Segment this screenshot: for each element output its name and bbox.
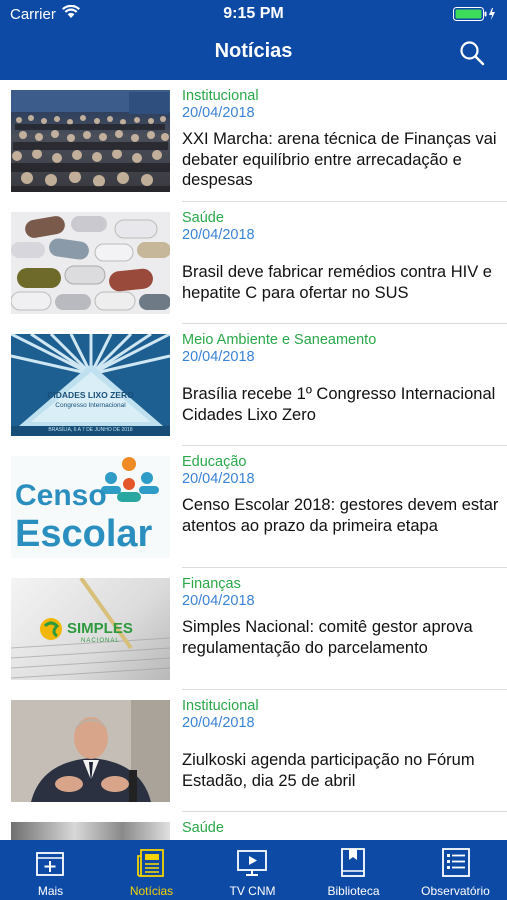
logo-word-escolar: Escolar [15, 513, 153, 555]
newspaper-icon [137, 849, 164, 877]
news-text: Saúde [182, 820, 500, 840]
pills-photo [11, 212, 170, 314]
news-title[interactable]: Simples Nacional: comitê gestor aprova r… [182, 617, 500, 658]
news-category: Meio Ambiente e Saneamento [182, 332, 377, 348]
status-bar: Carrier 9:15 PM [0, 0, 507, 28]
news-category: Saúde [182, 820, 224, 836]
news-text: Institucional 20/04/2018 Ziulkoski agend… [182, 698, 500, 791]
news-title[interactable]: Brasil deve fabricar remédios contra HIV… [182, 262, 500, 303]
poster-date: BRASÍLIA, 6 A 7 DE JUNHO DE 2018 [48, 427, 133, 433]
news-date: 20/04/2018 [182, 471, 255, 487]
list-icon [442, 848, 470, 877]
news-text: Finanças 20/04/2018 Simples Nacional: co… [182, 576, 500, 658]
tab-tv-cnm[interactable]: TV CNM [202, 840, 303, 900]
tab-label: Observatório [421, 884, 490, 898]
news-date: 20/04/2018 [182, 715, 255, 731]
building-photo [11, 822, 170, 840]
news-text: Meio Ambiente e Saneamento 20/04/2018 Br… [182, 332, 500, 425]
tab-label: Notícias [129, 884, 174, 898]
poster-title: CIDADES LIXO ZERO [47, 390, 134, 400]
news-item[interactable]: Saúde [0, 812, 507, 840]
news-list[interactable]: Institucional 20/04/2018 XXI Marcha: are… [0, 80, 507, 840]
news-text: Educação 20/04/2018 Censo Escolar 2018: … [182, 454, 500, 536]
news-date: 20/04/2018 [182, 105, 255, 121]
book-icon [341, 848, 365, 877]
news-item[interactable]: Institucional 20/04/2018 XXI Marcha: are… [0, 80, 507, 202]
simples-logo-word: SIMPLES [67, 620, 133, 637]
news-text: Institucional 20/04/2018 XXI Marcha: are… [182, 88, 500, 191]
tab-observatorio[interactable]: Observatório [404, 840, 507, 900]
crowd-photo [11, 90, 170, 192]
tab-biblioteca[interactable]: Biblioteca [303, 840, 404, 900]
news-title[interactable]: XXI Marcha: arena técnica de Finanças va… [182, 129, 500, 191]
tab-label: Biblioteca [327, 884, 380, 898]
news-category: Educação [182, 454, 247, 470]
news-date: 20/04/2018 [182, 227, 255, 243]
news-item[interactable]: Saúde 20/04/2018 Brasil deve fabricar re… [0, 202, 507, 324]
news-title[interactable]: Ziulkoski agenda participação no Fórum E… [182, 750, 500, 791]
censo-escolar-logo: Censo Escolar [11, 456, 170, 558]
tv-icon [237, 850, 267, 876]
tab-label: Mais [37, 884, 64, 898]
news-date: 20/04/2018 [182, 349, 255, 365]
battery-icon [453, 7, 495, 21]
news-category: Saúde [182, 210, 224, 226]
page-title: Notícias [214, 40, 293, 62]
tab-label: TV CNM [229, 884, 276, 898]
status-time: 9:15 PM [223, 5, 284, 22]
news-category: Institucional [182, 698, 259, 714]
simples-nacional-photo: SIMPLES NACIONAL [11, 578, 170, 680]
tab-noticias[interactable]: Notícias [101, 840, 202, 900]
logo-word-censo: Censo [15, 479, 107, 512]
nacional-logo-word: NACIONAL [81, 638, 120, 644]
news-title[interactable]: Brasília recebe 1º Congresso Internacion… [182, 384, 500, 425]
news-text: Saúde 20/04/2018 Brasil deve fabricar re… [182, 210, 500, 303]
tab-bar: Mais Notícias TV CNM Biblioteca Observat… [0, 840, 507, 900]
news-item[interactable]: Censo Escolar Educação 20/04/2018 Censo … [0, 446, 507, 568]
news-item[interactable]: Institucional 20/04/2018 Ziulkoski agend… [0, 690, 507, 812]
news-title[interactable]: Censo Escolar 2018: gestores devem estar… [182, 495, 500, 536]
search-icon[interactable] [459, 40, 485, 66]
app-header: Carrier 9:15 PM Notícias [0, 0, 507, 80]
add-box-icon [36, 852, 64, 876]
cidades-lixo-zero-poster: CIDADES LIXO ZERO Congresso Internaciona… [11, 334, 170, 436]
tab-mais[interactable]: Mais [0, 840, 101, 900]
speaker-photo [11, 700, 170, 802]
news-category: Institucional [182, 88, 259, 104]
news-date: 20/04/2018 [182, 593, 255, 609]
news-item[interactable]: SIMPLES NACIONAL Finanças 20/04/2018 Sim… [0, 568, 507, 690]
news-item[interactable]: CIDADES LIXO ZERO Congresso Internaciona… [0, 324, 507, 446]
news-category: Finanças [182, 576, 241, 592]
poster-subtitle: Congresso Internacional [55, 402, 126, 409]
